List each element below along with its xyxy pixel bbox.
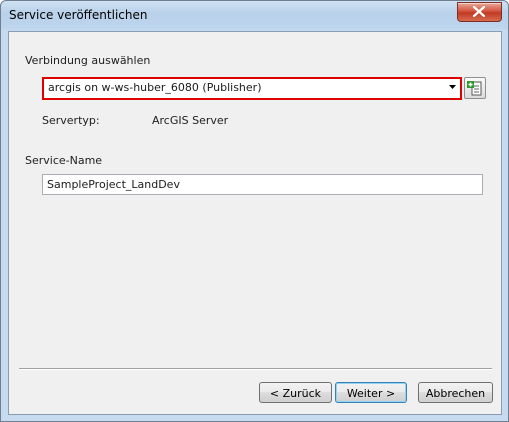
footer-separator (19, 368, 492, 370)
add-connection-button[interactable] (464, 77, 486, 99)
service-name-label: Service-Name (25, 154, 103, 167)
service-name-field[interactable] (42, 174, 483, 195)
next-button[interactable]: Weiter > (335, 382, 407, 403)
dialog-window: Service veröffentlichen Verbindung auswä… (0, 0, 509, 422)
close-icon (473, 6, 485, 17)
service-name-input[interactable] (47, 178, 477, 191)
dialog-body: Verbindung auswählen arcgis on w-ws-hube… (8, 31, 502, 415)
server-type-value: ArcGIS Server (152, 114, 229, 127)
back-button[interactable]: < Zurück (259, 382, 332, 403)
chevron-down-icon[interactable] (449, 85, 456, 89)
connection-dropdown[interactable]: arcgis on w-ws-huber_6080 (Publisher) (42, 77, 462, 100)
connection-selected-value: arcgis on w-ws-huber_6080 (Publisher) (48, 81, 262, 94)
add-server-connection-icon (467, 81, 482, 96)
connection-label: Verbindung auswählen (25, 54, 151, 67)
title-bar[interactable]: Service veröffentlichen (1, 1, 508, 31)
close-button[interactable] (457, 2, 502, 22)
cancel-button[interactable]: Abbrechen (418, 382, 493, 403)
window-title: Service veröffentlichen (9, 8, 148, 22)
server-type-label: Servertyp: (42, 114, 100, 127)
